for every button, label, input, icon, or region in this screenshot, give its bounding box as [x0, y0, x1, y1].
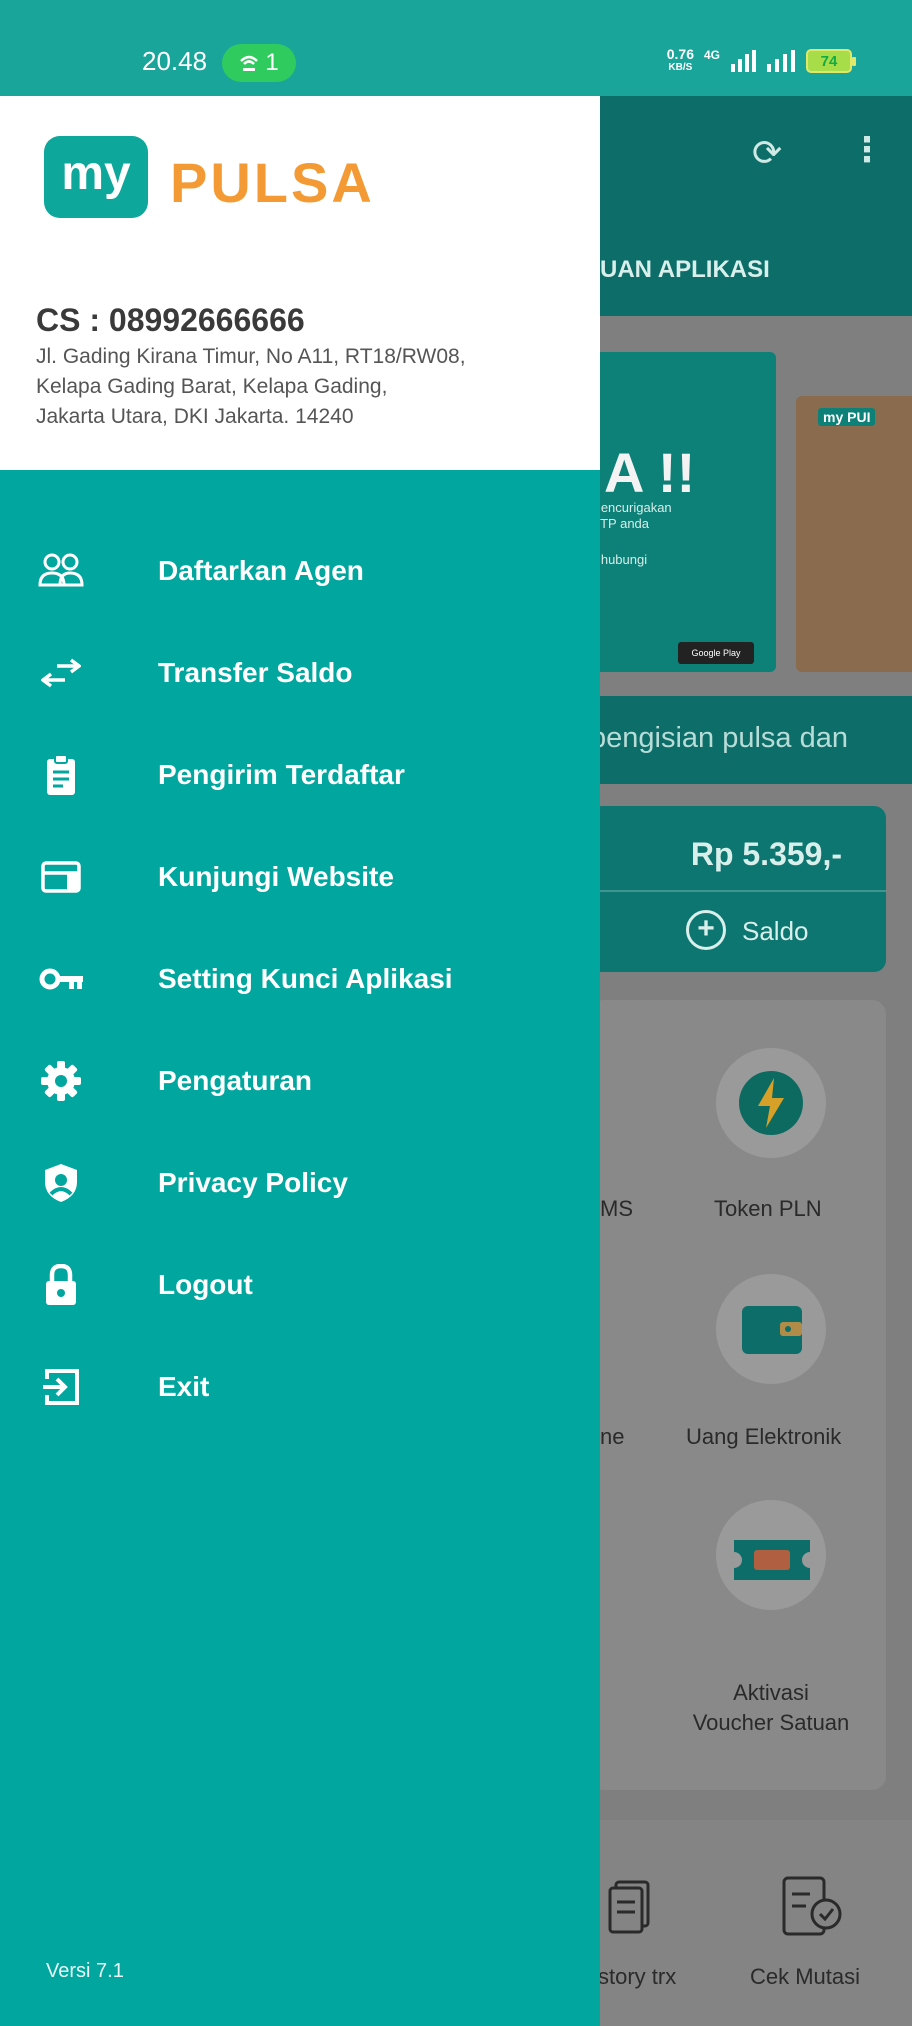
background-app: ⟳ ⋮ UAN APLIKASI A !! mencurigakan OTP a… [600, 96, 912, 2026]
lock-icon [38, 1262, 84, 1308]
menu-item-kunjungi-website[interactable]: Kunjungi Website [0, 826, 600, 928]
browser-window-icon [38, 854, 84, 900]
lightning-icon [739, 1071, 803, 1135]
wifi-hotspot-icon [240, 55, 259, 71]
clipboard-icon [38, 752, 84, 798]
history-icon [608, 1880, 650, 1934]
refresh-icon: ⟳ [752, 132, 783, 173]
voucher-icon [734, 1540, 810, 1580]
hotspot-count: 1 [265, 49, 279, 76]
more-vert-icon: ⋮ [850, 131, 884, 169]
menu-item-logout[interactable]: Logout [0, 1234, 600, 1336]
menu-item-privacy-policy[interactable]: Privacy Policy [0, 1132, 600, 1234]
status-bar: 20.48 1 0.76 KB/S 4G 74 [0, 0, 912, 96]
network-type: 4G [703, 48, 720, 62]
app-logo-text: PULSA [170, 151, 375, 214]
signal-icon-2 [767, 50, 795, 72]
signal-icon [731, 50, 756, 72]
document-check-icon [782, 1876, 842, 1936]
status-icons: 0.76 KB/S 4G 74 [666, 46, 856, 74]
people-icon [38, 548, 84, 594]
bg-banner: A !! mencurigakan OTP anda g hubungi Goo… [600, 352, 776, 672]
status-time: 20.48 [142, 46, 208, 76]
menu-item-exit[interactable]: Exit [0, 1336, 600, 1438]
battery-icon: 74 [806, 49, 856, 73]
menu-item-daftarkan-agen[interactable]: Daftarkan Agen [0, 520, 600, 622]
app-logo: my [44, 136, 148, 218]
bg-menu-grid: MS Token PLN ne Uang Elektronik Aktivasi… [600, 1000, 886, 1790]
wallet-icon [742, 1306, 802, 1354]
transfer-arrows-icon [38, 650, 84, 696]
saldo-amount: Rp 5.359,- [690, 836, 842, 872]
bg-marquee: pengisian pulsa dan [600, 696, 912, 784]
drawer-header: my PULSA CS : 08992666666 Jl. Gading Kir… [0, 96, 600, 470]
menu-item-setting-kunci-aplikasi[interactable]: Setting Kunci Aplikasi [0, 928, 600, 1030]
plus-circle-icon: + [686, 910, 726, 950]
key-icon [38, 956, 84, 1002]
google-play-badge: Google Play [678, 642, 754, 664]
bg-saldo-card: Rp 5.359,- + Saldo [600, 806, 886, 972]
bg-banner-2: my PUI [796, 396, 912, 672]
app-version: Versi 7.1 [46, 1960, 124, 1982]
gear-icon [38, 1058, 84, 1104]
navigation-drawer: my PULSA CS : 08992666666 Jl. Gading Kir… [0, 96, 600, 2026]
menu-item-transfer-saldo[interactable]: Transfer Saldo [0, 622, 600, 724]
hotspot-indicator: 1 [222, 44, 296, 82]
bg-bottom-nav: story trx Cek Mutasi [600, 1820, 912, 2026]
address: Jl. Gading Kirana Timur, No A11, RT18/RW… [36, 345, 466, 428]
menu-item-pengirim-terdaftar[interactable]: Pengirim Terdaftar [0, 724, 600, 826]
menu-item-pengaturan[interactable]: Pengaturan [0, 1030, 600, 1132]
exit-icon [38, 1364, 84, 1410]
shield-user-icon [38, 1160, 84, 1206]
bg-app-bar: ⟳ ⋮ [600, 96, 912, 220]
cs-phone: CS : 08992666666 [36, 302, 305, 338]
bg-tab-bar: UAN APLIKASI [600, 220, 912, 316]
drawer-menu: Daftarkan Agen Transfer Saldo Pengirim T… [0, 520, 600, 1438]
net-speed: 0.76 KB/S [666, 46, 694, 73]
